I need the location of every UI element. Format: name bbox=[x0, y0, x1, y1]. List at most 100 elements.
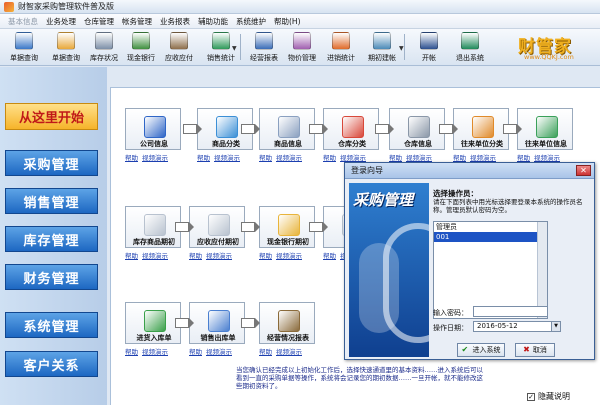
video-demo-link[interactable]: 视频演示 bbox=[142, 346, 168, 356]
toolbar-button[interactable]: 单据查询 bbox=[4, 31, 44, 64]
video-demo-link[interactable]: 视频演示 bbox=[214, 152, 240, 162]
video-demo-link[interactable]: 视频演示 bbox=[470, 152, 496, 162]
receivable-opening-icon bbox=[208, 214, 230, 236]
menu-item[interactable]: 基本信息 bbox=[4, 16, 42, 27]
workflow-tile-button[interactable]: 库存商品期初 bbox=[125, 206, 181, 248]
workflow-tile[interactable]: 公司信息帮助 视频演示 bbox=[125, 108, 181, 162]
sidebar-item-system[interactable]: 系统管理 bbox=[5, 312, 98, 338]
workflow-tile[interactable]: 商品分类 帮助 视频演示 bbox=[197, 108, 253, 162]
workflow-tile-button[interactable]: 应收应付期初 bbox=[189, 206, 245, 248]
video-demo-link[interactable]: 视频演示 bbox=[142, 250, 168, 260]
workflow-tile[interactable]: 库存商品期初帮助 视频演示 bbox=[125, 206, 181, 260]
video-demo-link[interactable]: 视频演示 bbox=[276, 346, 302, 356]
workflow-tile-button[interactable]: 仓库信息 bbox=[389, 108, 445, 150]
stock-opening-icon bbox=[144, 214, 166, 236]
workflow-tile-button[interactable]: 往来单位信息 bbox=[517, 108, 573, 150]
workflow-tile[interactable]: 现金银行期初帮助 视频演示 bbox=[259, 206, 315, 260]
toolbar-button[interactable]: 退出系统 bbox=[450, 31, 490, 64]
password-input[interactable] bbox=[473, 306, 548, 317]
chevron-down-icon[interactable]: ▼ bbox=[551, 322, 560, 331]
help-link[interactable]: 帮助 bbox=[323, 250, 336, 260]
operator-list-scrollbar[interactable] bbox=[537, 222, 547, 318]
toolbar-button-label: 现金银行 bbox=[127, 54, 155, 62]
toolbar-button[interactable]: 期初建帐 bbox=[362, 31, 402, 64]
workflow-tile[interactable]: 仓库分类帮助 视频演示 bbox=[323, 108, 379, 162]
help-link[interactable]: 帮助 bbox=[189, 346, 202, 356]
help-link[interactable]: 帮助 bbox=[125, 250, 138, 260]
workflow-tile[interactable]: 商品信息帮助 视频演示 bbox=[259, 108, 315, 162]
toolbar-button[interactable]: 物价管理 bbox=[284, 31, 320, 64]
help-link[interactable]: 帮助 bbox=[323, 152, 336, 162]
toolbar-button[interactable]: 单据查询 bbox=[48, 31, 84, 64]
menu-item[interactable]: 业务处理 bbox=[42, 16, 80, 27]
workflow-tile-button[interactable]: 商品信息 bbox=[259, 108, 315, 150]
start-here-button[interactable]: 从这里开始 bbox=[5, 103, 98, 130]
video-demo-link[interactable]: 视频演示 bbox=[142, 152, 168, 162]
help-link[interactable]: 帮助 bbox=[189, 250, 202, 260]
sidebar-item-inventory[interactable]: 库存管理 bbox=[5, 226, 98, 252]
app-icon bbox=[4, 1, 14, 12]
menu-item[interactable]: 帐务管理 bbox=[118, 16, 156, 27]
workflow-tile-button[interactable]: 经营情况报表 bbox=[259, 302, 315, 344]
workflow-tile[interactable]: 往来单位信息帮助 视频演示 bbox=[517, 108, 573, 162]
workflow-tile-button[interactable]: 仓库分类 bbox=[323, 108, 379, 150]
toolbar-button[interactable]: 经营报表 bbox=[246, 31, 282, 64]
chevron-down-icon[interactable]: ▼ bbox=[232, 45, 237, 52]
hide-description-option[interactable]: ✓ 隐藏说明 bbox=[527, 391, 570, 402]
workflow-tile-button[interactable]: 现金银行期初 bbox=[259, 206, 315, 248]
workflow-tile[interactable]: 进货入库单帮助 视频演示 bbox=[125, 302, 181, 356]
help-link[interactable]: 帮助 bbox=[259, 152, 272, 162]
toolbar-button[interactable]: 库存状况 bbox=[86, 31, 122, 64]
sidebar-item-sales[interactable]: 销售管理 bbox=[5, 188, 98, 214]
workflow-tile-button[interactable]: 公司信息 bbox=[125, 108, 181, 150]
dialog-banner-title: 采购管理 bbox=[353, 191, 414, 209]
help-link[interactable]: 帮助 bbox=[259, 250, 272, 260]
help-link[interactable]: 帮助 bbox=[125, 152, 138, 162]
help-link[interactable]: 帮助 bbox=[197, 152, 210, 162]
menu-item[interactable]: 仓库管理 bbox=[80, 16, 118, 27]
sidebar-item-purchase[interactable]: 采购管理 bbox=[5, 150, 98, 176]
sidebar-item-finance[interactable]: 财务管理 bbox=[5, 264, 98, 290]
help-link[interactable]: 帮助 bbox=[389, 152, 402, 162]
menu-item[interactable]: 业务报表 bbox=[156, 16, 194, 27]
help-link[interactable]: 帮助 bbox=[517, 152, 530, 162]
menu-item[interactable]: 帮助(H) bbox=[270, 16, 305, 27]
product-category-icon bbox=[216, 116, 238, 138]
enter-system-button[interactable]: ✔ 进入系统 bbox=[457, 343, 505, 357]
workflow-tile[interactable]: 经营情况报表帮助 视频演示 bbox=[259, 302, 315, 356]
flow-arrow-icon bbox=[175, 318, 194, 328]
help-link[interactable]: 帮助 bbox=[453, 152, 466, 162]
workflow-tile[interactable]: 销售出库单帮助 视频演示 bbox=[189, 302, 245, 356]
toolbar-button[interactable]: 现金银行 bbox=[124, 31, 158, 64]
workflow-tile-button[interactable]: 销售出库单 bbox=[189, 302, 245, 344]
video-demo-link[interactable]: 视频演示 bbox=[534, 152, 560, 162]
hide-description-checkbox[interactable]: ✓ bbox=[527, 392, 535, 401]
chevron-down-icon[interactable]: ▼ bbox=[399, 45, 404, 52]
menu-item[interactable]: 系统维护 bbox=[232, 16, 270, 27]
cancel-button[interactable]: ✖ 取消 bbox=[515, 343, 555, 357]
video-demo-link[interactable]: 视频演示 bbox=[206, 250, 232, 260]
video-demo-link[interactable]: 视频演示 bbox=[340, 152, 366, 162]
workflow-tile-button[interactable]: 进货入库单 bbox=[125, 302, 181, 344]
workflow-tile[interactable]: 应收应付期初帮助 视频演示 bbox=[189, 206, 245, 260]
hide-description-label: 隐藏说明 bbox=[538, 392, 570, 401]
sidebar-item-customer[interactable]: 客户关系 bbox=[5, 351, 98, 377]
operator-item-selected[interactable]: 001 bbox=[434, 232, 547, 242]
workflow-tile-button[interactable]: 往来单位分类 bbox=[453, 108, 509, 150]
menu-item[interactable]: 辅助功能 bbox=[194, 16, 232, 27]
toolbar-button[interactable]: 进销统计 bbox=[322, 31, 360, 64]
operator-list[interactable]: 管理员 001 bbox=[433, 221, 548, 319]
help-link[interactable]: 帮助 bbox=[125, 346, 138, 356]
help-link[interactable]: 帮助 bbox=[259, 346, 272, 356]
toolbar-button[interactable]: 开帐 bbox=[412, 31, 446, 64]
operator-item[interactable]: 管理员 bbox=[434, 222, 547, 232]
dialog-close-button[interactable]: ✕ bbox=[576, 165, 591, 176]
workflow-tile[interactable]: 仓库信息帮助 视频演示 bbox=[389, 108, 445, 162]
video-demo-link[interactable]: 视频演示 bbox=[276, 250, 302, 260]
video-demo-link[interactable]: 视频演示 bbox=[206, 346, 232, 356]
video-demo-link[interactable]: 视频演示 bbox=[276, 152, 302, 162]
video-demo-link[interactable]: 视频演示 bbox=[406, 152, 432, 162]
workflow-tile[interactable]: 往来单位分类帮助 视频演示 bbox=[453, 108, 509, 162]
toolbar-button[interactable]: 应收应付 bbox=[160, 31, 198, 64]
operation-date-picker[interactable]: 2016-05-12 ▼ bbox=[473, 321, 561, 332]
